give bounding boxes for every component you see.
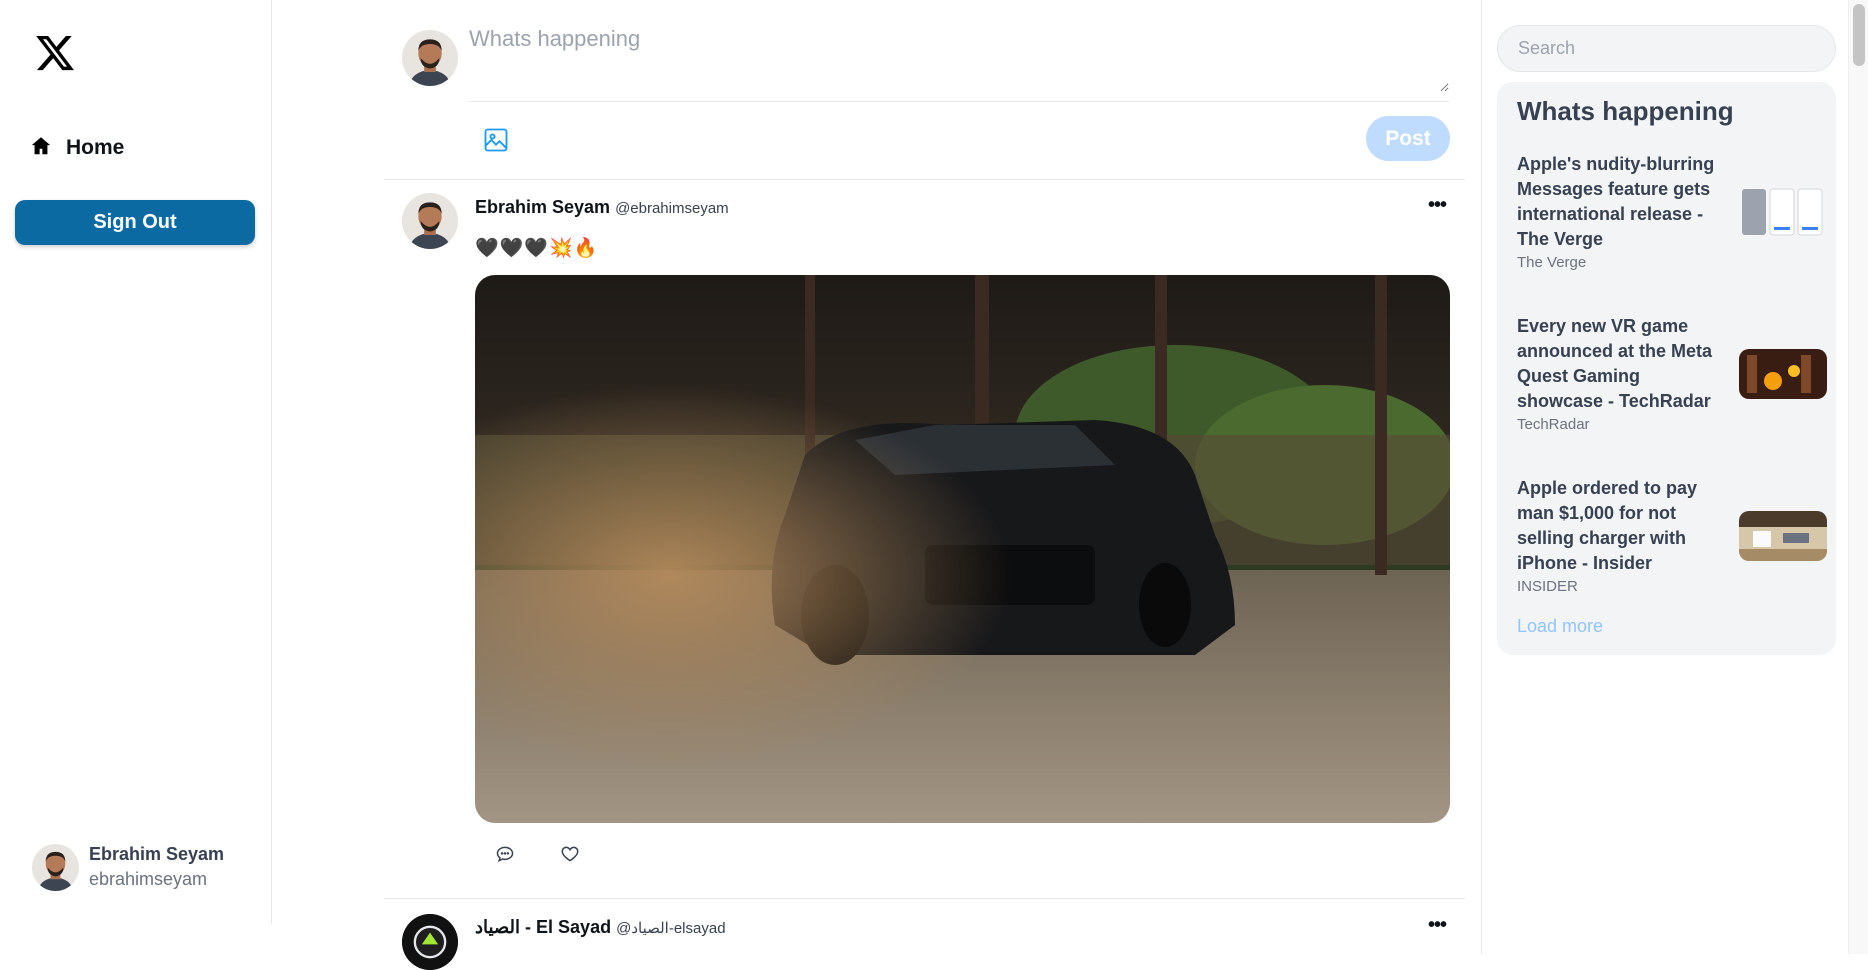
tweet-image[interactable] xyxy=(475,275,1450,823)
trend-source: TechRadar xyxy=(1517,416,1590,433)
avatar[interactable] xyxy=(402,193,458,249)
scrollbar-thumb[interactable] xyxy=(1853,4,1865,66)
trend-source: The Verge xyxy=(1517,254,1587,271)
trend-title[interactable]: Apple ordered to pay man $1,000 for not … xyxy=(1517,476,1722,576)
tweet-text: 🖤🖤🖤💥🔥 xyxy=(475,238,599,259)
nav-home[interactable]: Home xyxy=(30,132,124,164)
nav-home-label: Home xyxy=(66,136,125,159)
profile-card[interactable]: Ebrahim Seyam ebrahimseyam xyxy=(32,842,224,892)
tweet[interactable]: الصياد - El Sayad @الصياد-elsayad ••• xyxy=(384,900,1465,970)
trend-title[interactable]: Every new VR game announced at the Meta … xyxy=(1517,314,1722,414)
trend-item[interactable]: Apple's nudity-blurring Messages feature… xyxy=(1517,152,1827,271)
sign-out-button[interactable]: Sign Out xyxy=(15,200,255,245)
load-more-link[interactable]: Load more xyxy=(1517,616,1603,637)
trend-source: INSIDER xyxy=(1517,578,1578,595)
x-logo-icon[interactable] xyxy=(34,32,76,74)
trend-thumbnail[interactable] xyxy=(1739,348,1827,399)
compose-box: Post xyxy=(384,0,1465,180)
post-button[interactable]: Post xyxy=(1366,116,1450,161)
tweet[interactable]: Ebrahim Seyam @ebrahimseyam ••• 🖤🖤🖤💥🔥 xyxy=(384,180,1465,899)
compose-input[interactable] xyxy=(469,26,1449,92)
profile-handle: ebrahimseyam xyxy=(89,869,208,889)
tweet-author-name[interactable]: Ebrahim Seyam xyxy=(475,197,610,218)
avatar[interactable] xyxy=(402,914,458,970)
trend-title[interactable]: Apple's nudity-blurring Messages feature… xyxy=(1517,152,1722,252)
trend-item[interactable]: Apple ordered to pay man $1,000 for not … xyxy=(1517,476,1827,595)
right-sidebar: Whats happening Apple's nudity-blurring … xyxy=(1481,0,1848,954)
trends-title: Whats happening xyxy=(1517,96,1734,126)
more-options-icon[interactable]: ••• xyxy=(1428,915,1454,935)
main-feed: Post Ebrahim Seyam @ebrahimseyam ••• 🖤🖤🖤… xyxy=(384,0,1465,970)
more-options-icon[interactable]: ••• xyxy=(1428,195,1454,215)
like-icon[interactable] xyxy=(560,844,582,866)
profile-name: Ebrahim Seyam xyxy=(89,844,225,864)
search-input[interactable] xyxy=(1497,25,1836,72)
image-icon[interactable] xyxy=(482,126,510,154)
trend-thumbnail[interactable] xyxy=(1739,510,1827,561)
reply-icon[interactable] xyxy=(495,844,517,866)
scrollbar[interactable] xyxy=(1848,0,1868,954)
avatar xyxy=(402,30,458,86)
avatar xyxy=(32,843,79,891)
left-sidebar: Home Sign Out Ebrahim Seyam ebrahimseyam xyxy=(0,0,272,924)
trend-thumbnail[interactable] xyxy=(1739,186,1827,237)
tweet-author-handle[interactable]: @ebrahimseyam xyxy=(615,200,729,217)
home-icon xyxy=(30,135,52,162)
tweet-author-handle[interactable]: @الصياد-elsayad xyxy=(616,919,725,937)
trends-panel: Whats happening Apple's nudity-blurring … xyxy=(1497,82,1836,655)
divider xyxy=(469,101,1449,102)
trend-item[interactable]: Every new VR game announced at the Meta … xyxy=(1517,314,1827,433)
tweet-author-name[interactable]: الصياد - El Sayad xyxy=(475,917,611,938)
